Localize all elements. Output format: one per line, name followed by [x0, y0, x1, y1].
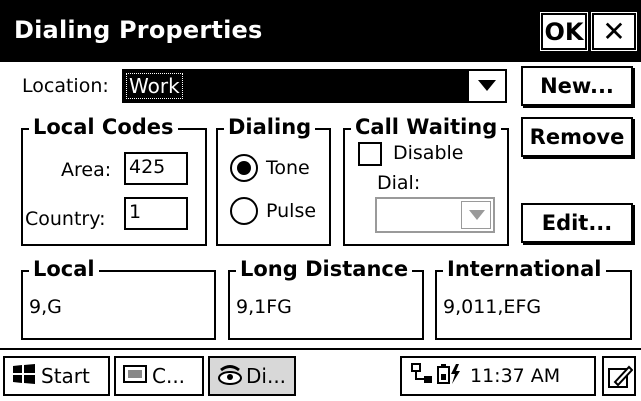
remove-location-button[interactable]: Remove	[521, 117, 633, 157]
location-value: Work	[126, 73, 183, 99]
taskbar: Start C... Di... 11:37 AM	[0, 348, 641, 401]
title-bar: Dialing Properties OK ✕	[0, 0, 641, 62]
input-panel-button[interactable]	[602, 356, 636, 396]
dial-dropdown	[375, 197, 495, 233]
location-dropdown[interactable]: Work	[122, 69, 507, 103]
new-location-button[interactable]: New...	[521, 66, 633, 106]
system-tray: 11:37 AM	[400, 356, 596, 396]
radio-selected-dot	[237, 161, 251, 175]
pulse-radio[interactable]	[230, 197, 258, 225]
country-code-field[interactable]: 1	[124, 197, 188, 230]
dial-label: Dial:	[377, 172, 421, 194]
call-waiting-group: Call Waiting Disable Dial:	[343, 115, 509, 246]
disable-label[interactable]: Disable	[393, 142, 463, 164]
task1-label: C...	[152, 364, 186, 388]
tone-radio[interactable]	[230, 154, 258, 182]
windows-flag-icon	[11, 362, 37, 391]
phone-icon	[216, 362, 244, 391]
clock-time[interactable]: 11:37 AM	[470, 365, 560, 387]
taskbar-item-dialing[interactable]: Di...	[208, 356, 296, 396]
taskbar-item-control-panel[interactable]: C...	[114, 356, 204, 396]
control-panel-icon	[122, 363, 148, 390]
long-distance-pattern-value: 9,1FG	[236, 296, 292, 318]
local-pattern-value: 9,G	[29, 296, 62, 318]
ok-button[interactable]: OK	[540, 12, 588, 51]
local-codes-title: Local Codes	[29, 115, 178, 139]
local-pattern-group: Local 9,G	[21, 257, 216, 340]
call-waiting-title: Call Waiting	[351, 115, 502, 139]
disable-checkbox[interactable]	[358, 142, 382, 166]
local-codes-group: Local Codes Area: 425 Country: 1	[21, 115, 207, 246]
chevron-down-icon	[461, 201, 491, 229]
task2-label: Di...	[246, 364, 287, 388]
international-pattern-value: 9,011,EFG	[443, 296, 542, 318]
dialing-group: Dialing Tone Pulse	[216, 115, 331, 246]
local-pattern-title: Local	[29, 257, 99, 281]
country-label: Country:	[25, 208, 106, 230]
chevron-down-icon[interactable]	[467, 71, 505, 101]
pen-icon	[607, 364, 634, 394]
pulse-label[interactable]: Pulse	[266, 200, 316, 222]
area-code-field[interactable]: 425	[124, 152, 188, 185]
start-label: Start	[41, 364, 90, 388]
area-label: Area:	[61, 159, 112, 181]
international-pattern-group: International 9,011,EFG	[435, 257, 632, 340]
international-pattern-title: International	[443, 257, 606, 281]
battery-power-icon[interactable]	[436, 362, 462, 391]
window-title: Dialing Properties	[14, 16, 263, 44]
network-icon[interactable]	[410, 362, 436, 391]
close-button[interactable]: ✕	[591, 12, 637, 51]
edit-patterns-button[interactable]: Edit...	[521, 203, 633, 243]
long-distance-pattern-group: Long Distance 9,1FG	[228, 257, 424, 340]
tone-label[interactable]: Tone	[266, 157, 310, 179]
dialing-title: Dialing	[224, 115, 316, 139]
location-label: Location:	[22, 75, 109, 97]
long-distance-pattern-title: Long Distance	[236, 257, 413, 281]
start-button[interactable]: Start	[3, 356, 110, 396]
